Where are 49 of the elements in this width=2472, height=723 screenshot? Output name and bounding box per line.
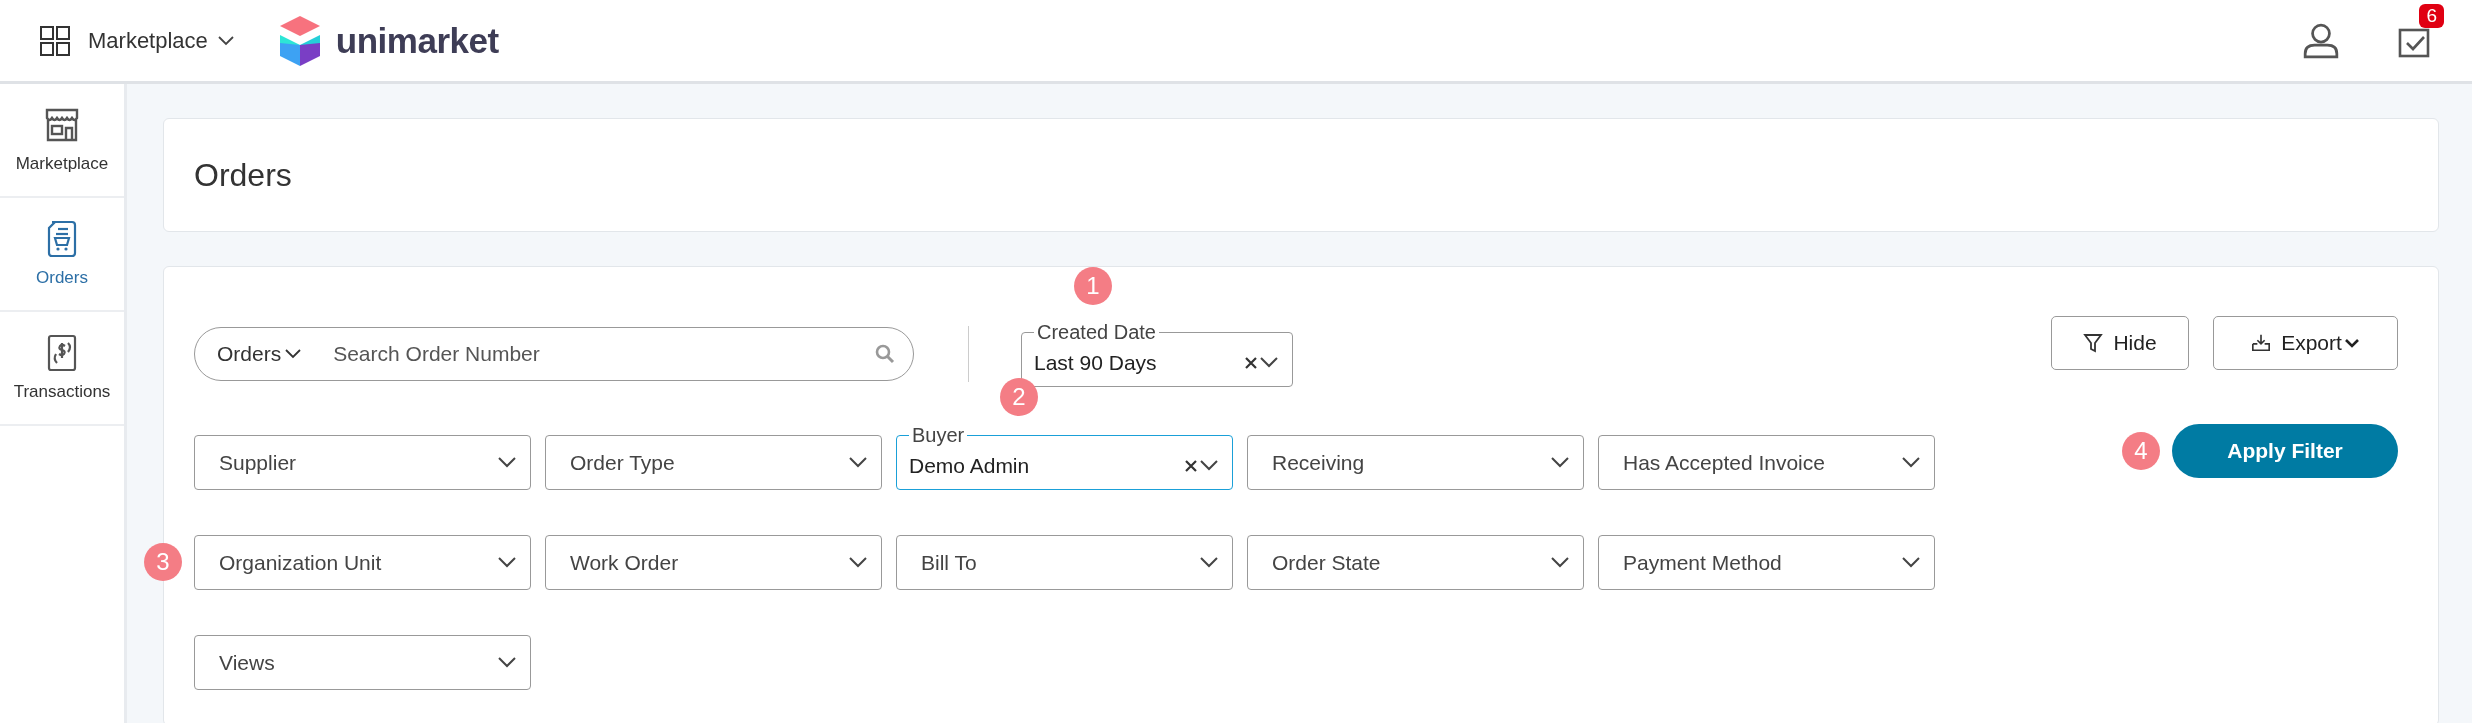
filter-dropdown[interactable]: Organization Unit (194, 535, 531, 590)
chevron-down-icon (217, 35, 234, 46)
filter-dropdown[interactable]: Payment Method (1598, 535, 1935, 590)
user-icon[interactable] (2302, 21, 2340, 60)
clear-icon[interactable] (1185, 459, 1197, 472)
step-marker: 4 (2122, 432, 2160, 470)
search-scope-dropdown[interactable]: Orders (217, 342, 302, 366)
hide-filters-button[interactable]: Hide (2051, 316, 2189, 370)
chevron-down-icon (285, 349, 302, 359)
chevron-down-icon (1902, 457, 1920, 468)
filter-dropdown[interactable]: Order State (1247, 535, 1584, 590)
export-button[interactable]: Export (2213, 316, 2398, 370)
chevron-down-icon (498, 557, 516, 568)
sidebar-item[interactable]: Transactions (0, 312, 124, 426)
marketplace-menu[interactable]: Marketplace (88, 27, 234, 54)
chevron-down-icon (498, 657, 516, 668)
chevron-down-icon (849, 457, 867, 468)
chevron-down-icon (1551, 557, 1569, 568)
chevron-down-icon (1200, 460, 1218, 471)
logo-icon (277, 15, 322, 66)
chevron-down-icon (1260, 357, 1278, 368)
notification-badge: 6 (2419, 3, 2444, 28)
apply-filter-button[interactable]: Apply Filter (2172, 424, 2398, 478)
filter-dropdown[interactable]: Receiving (1247, 435, 1584, 490)
storefront-icon (43, 106, 81, 144)
chevron-down-icon (1902, 557, 1920, 568)
clear-icon[interactable] (1245, 356, 1257, 369)
chevron-down-icon (849, 557, 867, 568)
step-marker: 1 (1074, 267, 1112, 305)
filter-dropdown[interactable]: Bill To (896, 535, 1233, 590)
brand-name: unimarket (335, 20, 499, 61)
filter-icon (2083, 333, 2104, 353)
grid-menu-icon[interactable] (40, 25, 70, 56)
sidebar-item[interactable]: Marketplace (0, 84, 124, 198)
filter-dropdown[interactable]: Views (194, 635, 531, 690)
page-title: Orders (194, 156, 292, 194)
download-tray-icon (2251, 333, 2272, 353)
filter-dropdown[interactable]: Has Accepted Invoice (1598, 435, 1935, 490)
chevron-down-icon (2343, 338, 2360, 348)
sidebar-item[interactable]: Orders (0, 198, 124, 312)
chevron-down-icon (498, 457, 516, 468)
filter-dropdown[interactable]: Order Type (545, 435, 882, 490)
step-marker: 2 (1000, 378, 1038, 416)
search-icon[interactable] (875, 344, 895, 364)
chevron-down-icon (1551, 457, 1569, 468)
step-marker: 3 (144, 543, 182, 581)
filter-dropdown[interactable]: Supplier (194, 435, 531, 490)
chevron-down-icon (1200, 557, 1218, 568)
filter-dropdown[interactable]: Work Order (545, 535, 882, 590)
